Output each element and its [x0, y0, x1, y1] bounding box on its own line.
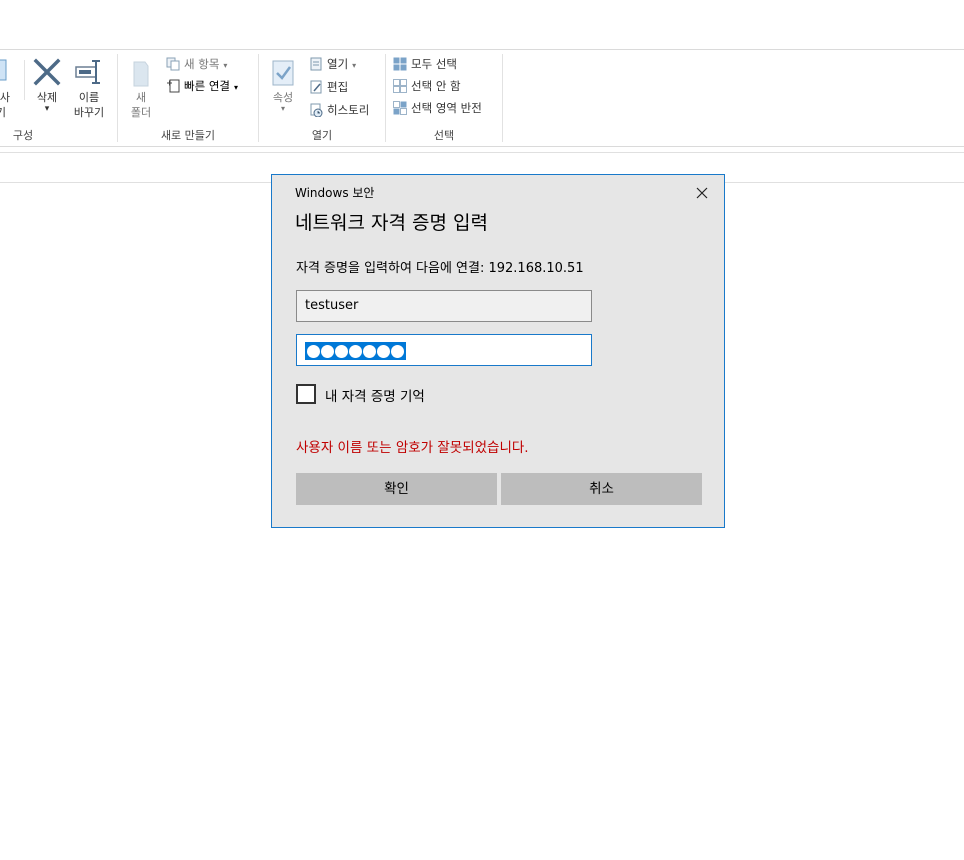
- group-label-open: 열기: [311, 129, 333, 142]
- password-dot: [377, 344, 390, 358]
- delete-label: 삭제: [36, 91, 58, 104]
- rename-icon: [73, 56, 105, 88]
- dialog-message: 자격 증명을 입력하여 다음에 연결: 192.168.10.51: [296, 261, 584, 276]
- username-field[interactable]: testuser: [296, 290, 592, 322]
- new-item-button[interactable]: 새 항목 ▾: [166, 55, 227, 73]
- history-icon: [309, 103, 323, 118]
- chevron-down-icon: ▾: [223, 61, 228, 70]
- history-button[interactable]: 히스토리: [309, 101, 369, 119]
- select-all-icon: [393, 57, 407, 71]
- edit-button[interactable]: 편집: [309, 78, 348, 96]
- chevron-down-icon: ▾: [352, 61, 357, 70]
- remember-credentials-label: 내 자격 증명 기억: [325, 389, 425, 405]
- edit-icon: [309, 80, 323, 94]
- properties-check-icon: [267, 58, 299, 88]
- close-icon[interactable]: [692, 183, 712, 203]
- delete-x-icon: [31, 56, 63, 88]
- ribbon-group-open: 속성 ▾ 열기 ▾ 편집 히스토리 열기: [259, 50, 385, 146]
- select-none-label: 선택 안 함: [411, 79, 461, 93]
- group-label-new: 새로 만들기: [160, 129, 216, 142]
- open-label: 열기: [327, 57, 349, 71]
- divider: [24, 60, 25, 100]
- easy-access-button[interactable]: 빠른 연결 ▾: [166, 77, 238, 95]
- dialog-heading: 네트워크 자격 증명 입력: [295, 212, 488, 234]
- password-dot: [391, 344, 404, 358]
- history-label: 히스토리: [327, 103, 370, 117]
- dialog-window-title: Windows 보안: [295, 186, 375, 200]
- delete-button[interactable]: 삭제 ▾: [30, 56, 64, 114]
- ribbon: 사 기 삭제 ▾ 이름 바꾸기 구성 새 폴더 새 항목 ▾ 빠른 연결 ▾ 새…: [0, 49, 964, 147]
- password-dot: [307, 344, 320, 358]
- group-label-organize: 구성: [12, 129, 34, 142]
- edit-label: 편집: [327, 80, 349, 94]
- select-none-button[interactable]: 선택 안 함: [393, 77, 461, 95]
- open-button[interactable]: 열기 ▾: [309, 55, 356, 73]
- invert-selection-icon: [393, 101, 407, 115]
- invert-selection-label: 선택 영역 반전: [411, 101, 482, 115]
- rename-button[interactable]: 이름 바꾸기: [68, 56, 110, 120]
- ribbon-group-select: 모두 선택 선택 안 함 선택 영역 반전 선택: [386, 50, 502, 146]
- ribbon-group-organize: 사 기 삭제 ▾ 이름 바꾸기 구성: [0, 50, 117, 146]
- ok-button[interactable]: 확인: [296, 473, 497, 505]
- credentials-dialog: Windows 보안 네트워크 자격 증명 입력 자격 증명을 입력하여 다음에…: [271, 174, 725, 528]
- copy-label-bottom: 기: [0, 106, 6, 119]
- folder-icon: [125, 58, 157, 88]
- cancel-button[interactable]: 취소: [501, 473, 702, 505]
- properties-button[interactable]: 속성 ▾: [265, 58, 301, 113]
- password-dot: [335, 344, 348, 358]
- group-separator: [502, 54, 503, 142]
- password-dot: [363, 344, 376, 358]
- rename-label-line1: 이름: [78, 91, 100, 104]
- chevron-down-icon: ▾: [233, 83, 238, 92]
- error-message: 사용자 이름 또는 암호가 잘못되었습니다.: [296, 440, 529, 456]
- copy-icon: [0, 56, 12, 88]
- select-all-button[interactable]: 모두 선택: [393, 55, 457, 73]
- easy-access-icon: [166, 79, 180, 93]
- new-item-icon: [166, 57, 180, 71]
- new-folder-label-line2: 폴더: [130, 106, 152, 119]
- chevron-down-icon: ▾: [44, 104, 50, 114]
- chevron-down-icon: ▾: [280, 104, 285, 113]
- copy-button-partial[interactable]: 사 기: [0, 56, 12, 120]
- copy-label-top: 사: [0, 91, 10, 104]
- easy-access-label: 빠른 연결: [184, 79, 230, 93]
- new-folder-label-line1: 새: [135, 91, 147, 104]
- open-icon: [309, 57, 323, 71]
- password-dot: [321, 344, 334, 358]
- rename-label-line2: 바꾸기: [73, 106, 105, 119]
- password-dot: [349, 344, 362, 358]
- group-label-select: 선택: [433, 129, 455, 142]
- new-folder-button[interactable]: 새 폴더: [124, 58, 158, 120]
- select-none-icon: [393, 79, 407, 93]
- properties-label: 속성: [272, 91, 294, 104]
- remember-credentials-checkbox[interactable]: [296, 384, 316, 404]
- invert-selection-button[interactable]: 선택 영역 반전: [393, 99, 482, 117]
- new-item-label: 새 항목: [184, 57, 220, 71]
- select-all-label: 모두 선택: [411, 57, 457, 71]
- password-selection: [305, 342, 406, 360]
- ribbon-group-new: 새 폴더 새 항목 ▾ 빠른 연결 ▾ 새로 만들기: [118, 50, 258, 146]
- password-field[interactable]: [296, 334, 592, 366]
